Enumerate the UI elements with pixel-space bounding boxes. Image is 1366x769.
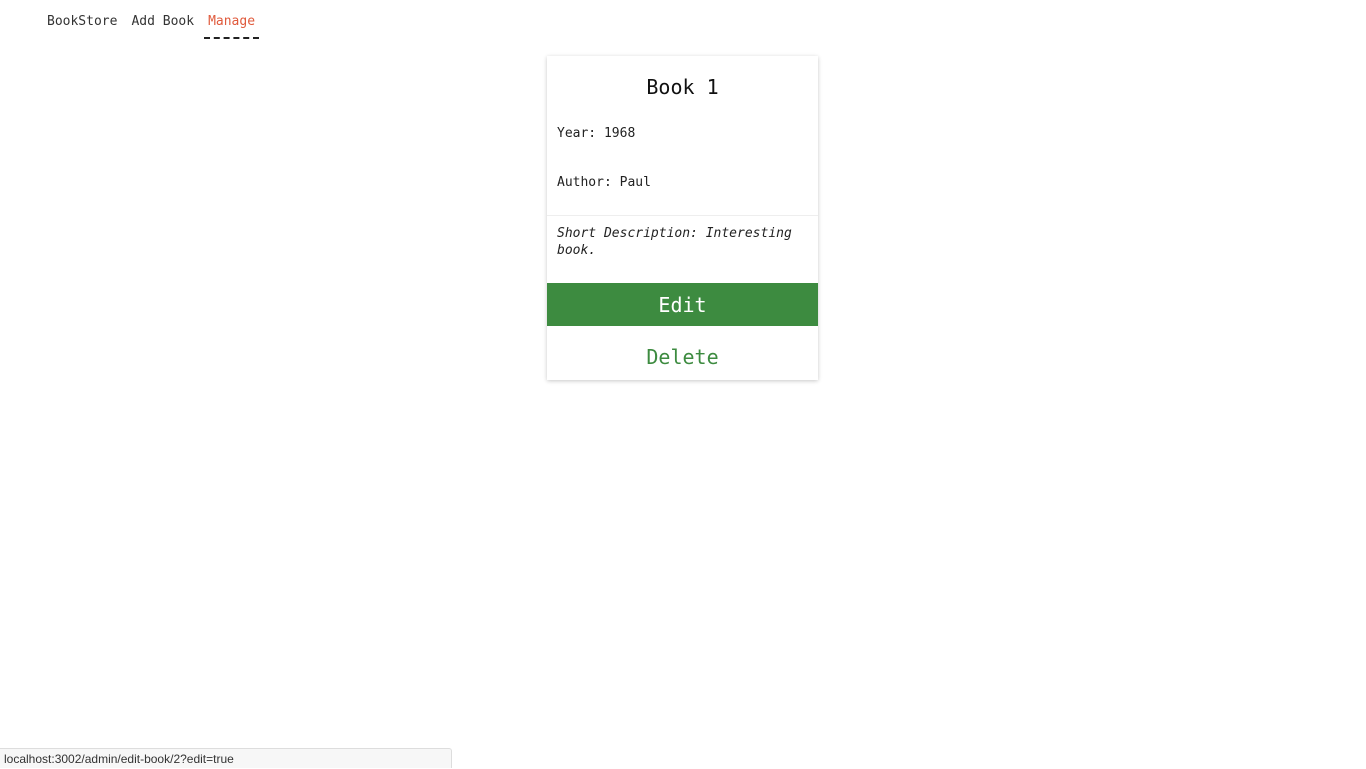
nav-link-bookstore[interactable]: BookStore xyxy=(47,13,121,37)
nav-link-manage[interactable]: Manage xyxy=(204,13,259,39)
top-nav: BookStore Add Book Manage xyxy=(47,13,259,39)
book-description: Short Description: Interesting book. xyxy=(547,216,818,259)
book-title: Book 1 xyxy=(547,56,818,119)
book-card: Book 1 Year: 1968 Author: Paul Short Des… xyxy=(547,56,818,380)
book-year: Year: 1968 xyxy=(547,126,818,142)
status-bar-url: localhost:3002/admin/edit-book/2?edit=tr… xyxy=(0,748,452,768)
edit-button[interactable]: Edit xyxy=(547,283,818,326)
nav-link-add-book[interactable]: Add Book xyxy=(127,13,198,37)
book-author: Author: Paul xyxy=(547,175,818,191)
delete-button[interactable]: Delete xyxy=(547,336,818,378)
